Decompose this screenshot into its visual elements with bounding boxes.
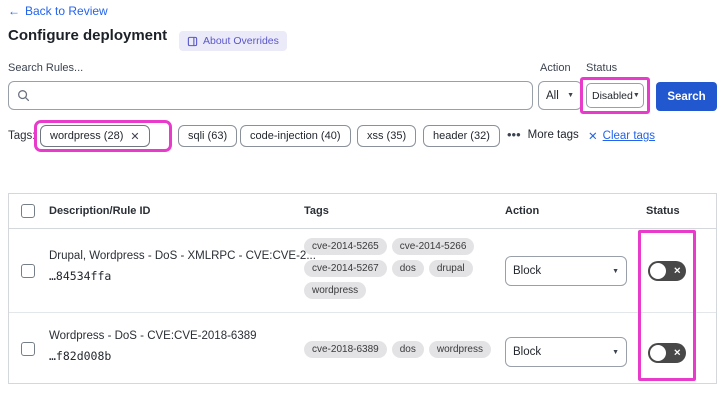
rule-description-block: Drupal, Wordpress - DoS - XMLRPC - CVE:C…	[49, 250, 316, 283]
rule-description-block: Wordpress - DoS - CVE:CVE-2018-6389 …f82…	[49, 330, 257, 363]
tag-pill: dos	[391, 260, 424, 277]
status-toggle[interactable]: ✕	[648, 343, 686, 363]
search-icon	[18, 90, 30, 102]
rule-id: …84534ffa	[49, 269, 112, 283]
configure-deployment-page: ← Back to Review Configure deployment Ab…	[0, 0, 725, 406]
clear-tags-label: Clear tags	[602, 130, 656, 142]
tag-pill: wordpress	[304, 282, 367, 299]
search-button[interactable]: Search	[656, 82, 717, 111]
action-select-value: Block	[513, 265, 542, 277]
rule-description: Drupal, Wordpress - DoS - XMLRPC - CVE:C…	[49, 250, 316, 262]
about-overrides-badge[interactable]: About Overrides	[179, 31, 287, 51]
action-filter-select[interactable]: All ▼	[538, 81, 582, 110]
ellipsis-icon: •••	[507, 127, 521, 142]
rule-tags: cve-2014-5265 cve-2014-5266 cve-2014-526…	[304, 238, 494, 299]
chevron-down-icon: ▼	[632, 92, 640, 99]
action-select[interactable]: Block ▼	[505, 337, 627, 367]
col-header-description: Description/Rule ID	[49, 205, 151, 217]
search-rules-label: Search Rules...	[8, 62, 84, 74]
close-icon[interactable]: ✕	[130, 130, 139, 143]
book-icon	[187, 36, 198, 46]
toggle-x-icon: ✕	[673, 265, 681, 276]
more-tags-button[interactable]: ••• More tags	[507, 127, 579, 142]
status-filter-value: Disabled	[592, 89, 633, 102]
tag-chip-sqli[interactable]: sqli (63)	[178, 125, 238, 147]
toggle-knob	[650, 345, 666, 361]
col-header-tags: Tags	[304, 205, 329, 217]
more-tags-label: More tags	[527, 129, 579, 141]
toggle-x-icon: ✕	[673, 347, 681, 358]
status-filter-label: Status	[586, 62, 618, 74]
back-arrow-icon: ←	[8, 4, 20, 18]
tag-chip-code-injection[interactable]: code-injection (40)	[240, 125, 351, 147]
back-to-review-link[interactable]: ← Back to Review	[8, 4, 108, 18]
tag-pill: dos	[391, 341, 424, 358]
back-link-label: Back to Review	[25, 4, 108, 18]
action-select[interactable]: Block ▼	[505, 256, 627, 286]
tag-chip-label: sqli (63)	[188, 130, 228, 142]
tag-pill: cve-2018-6389	[304, 341, 387, 358]
search-rules-input[interactable]	[36, 88, 532, 103]
tag-chip-label: wordpress (28)	[50, 130, 124, 142]
search-rules-inputbox[interactable]	[8, 81, 533, 110]
col-header-status: Status	[646, 205, 680, 217]
toggle-knob	[650, 263, 666, 279]
tag-chip-header[interactable]: header (32)	[423, 125, 500, 147]
tag-pill: wordpress	[428, 341, 491, 358]
clear-tags-button[interactable]: ✕ Clear tags	[588, 129, 655, 143]
chevron-down-icon: ▼	[567, 92, 574, 99]
table-header-row: Description/Rule ID Tags Action Status	[9, 194, 716, 229]
action-filter-value: All	[546, 89, 559, 102]
tag-pill: cve-2014-5266	[391, 238, 475, 255]
rule-id: …f82d008b	[49, 349, 112, 363]
tag-chip-wordpress[interactable]: wordpress (28) ✕	[40, 125, 150, 147]
select-all-checkbox[interactable]	[21, 204, 35, 218]
rule-tags: cve-2018-6389 dos wordpress	[304, 341, 504, 358]
tag-chip-label: xss (35)	[367, 130, 407, 142]
status-filter-select[interactable]: Disabled ▼	[586, 83, 644, 108]
tag-chip-label: header (32)	[433, 130, 490, 142]
tag-pill: cve-2014-5267	[304, 260, 387, 277]
action-filter-label: Action	[540, 62, 571, 74]
tag-chip-xss[interactable]: xss (35)	[357, 125, 417, 147]
action-select-value: Block	[513, 346, 542, 358]
chevron-down-icon: ▼	[612, 348, 619, 356]
tag-chip-label: code-injection (40)	[250, 130, 341, 142]
row-checkbox[interactable]	[21, 264, 35, 278]
col-header-action: Action	[505, 205, 540, 217]
close-icon: ✕	[588, 131, 598, 143]
tag-pill: cve-2014-5265	[304, 238, 387, 255]
chevron-down-icon: ▼	[612, 267, 619, 275]
row-checkbox[interactable]	[21, 342, 35, 356]
about-overrides-label: About Overrides	[203, 35, 279, 47]
rules-table: Description/Rule ID Tags Action Status D…	[8, 193, 717, 384]
page-title: Configure deployment	[8, 27, 168, 44]
status-toggle[interactable]: ✕	[648, 261, 686, 281]
rule-description: Wordpress - DoS - CVE:CVE-2018-6389	[49, 330, 257, 342]
tags-bar-label: Tags:	[8, 130, 36, 142]
tag-pill: drupal	[428, 260, 473, 277]
